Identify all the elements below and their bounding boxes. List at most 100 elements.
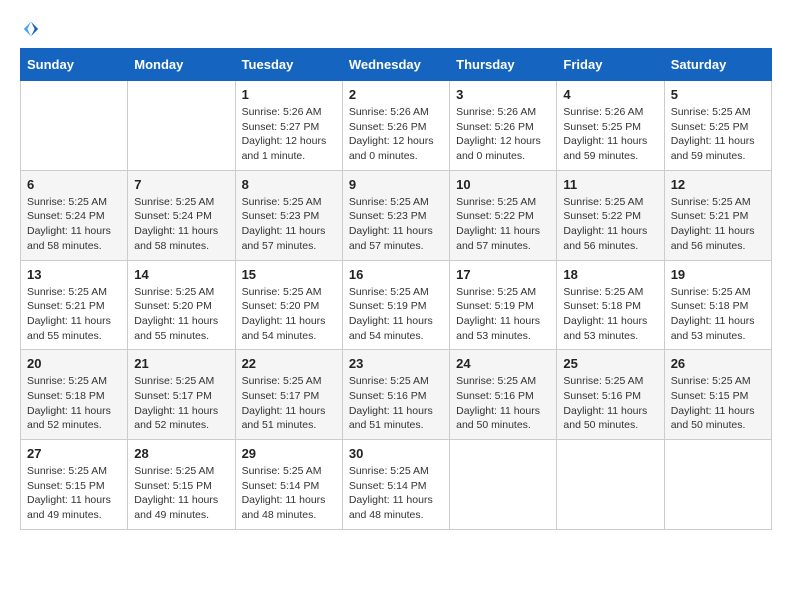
day-of-week-header: Saturday: [664, 49, 771, 81]
calendar-cell: 16Sunrise: 5:25 AM Sunset: 5:19 PM Dayli…: [342, 260, 449, 350]
calendar-cell: 19 Sunrise: 5:25 AM Sunset: 5:18 PM Dayli…: [664, 260, 771, 350]
day-of-week-header: Monday: [128, 49, 235, 81]
page-header: [20, 20, 772, 32]
day-info: Sunrise: 5:25 AM Sunset: 5:14 PM Dayligh…: [349, 464, 443, 523]
calendar-cell: 29Sunrise: 5:25 AM Sunset: 5:14 PM Dayli…: [235, 440, 342, 530]
day-info: Sunrise: 5:25 AM Sunset: 5:17 PM Dayligh…: [134, 374, 228, 433]
calendar-cell: 9 Sunrise: 5:25 AM Sunset: 5:23 PM Daylig…: [342, 170, 449, 260]
calendar-week-row: 1Sunrise: 5:26 AM Sunset: 5:27 PM Daylig…: [21, 81, 772, 171]
day-info: Sunrise: 5:25 AM Sunset: 5:16 PM Dayligh…: [563, 374, 657, 433]
day-info: Sunrise: 5:26 AM Sunset: 5:26 PM Dayligh…: [456, 105, 550, 164]
day-info: Sunrise: 5:26 AM Sunset: 5:25 PM Dayligh…: [563, 105, 657, 164]
day-info: Sunrise: 5:25 AM Sunset: 5:23 PM Dayligh…: [242, 195, 336, 254]
calendar-cell: 20 Sunrise: 5:25 AM Sunset: 5:18 PM Dayli…: [21, 350, 128, 440]
day-number: 27: [27, 446, 121, 461]
calendar-cell: 8 Sunrise: 5:25 AM Sunset: 5:23 PM Daylig…: [235, 170, 342, 260]
calendar-cell: [557, 440, 664, 530]
day-info: Sunrise: 5:25 AM Sunset: 5:23 PM Dayligh…: [349, 195, 443, 254]
calendar-cell: 11 Sunrise: 5:25 AM Sunset: 5:22 PM Dayli…: [557, 170, 664, 260]
day-number: 4: [563, 87, 657, 102]
calendar-cell: 22Sunrise: 5:25 AM Sunset: 5:17 PM Dayli…: [235, 350, 342, 440]
calendar-cell: 21 Sunrise: 5:25 AM Sunset: 5:17 PM Dayli…: [128, 350, 235, 440]
calendar-cell: 27 Sunrise: 5:25 AM Sunset: 5:15 PM Dayli…: [21, 440, 128, 530]
day-number: 14: [134, 267, 228, 282]
day-number: 6: [27, 177, 121, 192]
day-number: 18: [563, 267, 657, 282]
day-of-week-header: Tuesday: [235, 49, 342, 81]
calendar-week-row: 27 Sunrise: 5:25 AM Sunset: 5:15 PM Dayli…: [21, 440, 772, 530]
calendar-cell: 12 Sunrise: 5:25 AM Sunset: 5:21 PM Dayli…: [664, 170, 771, 260]
calendar-cell: 17 Sunrise: 5:25 AM Sunset: 5:19 PM Dayli…: [450, 260, 557, 350]
day-info: Sunrise: 5:25 AM Sunset: 5:24 PM Dayligh…: [134, 195, 228, 254]
day-number: 26: [671, 356, 765, 371]
day-number: 21: [134, 356, 228, 371]
calendar-cell: 5Sunrise: 5:25 AM Sunset: 5:25 PM Daylig…: [664, 81, 771, 171]
calendar-cell: [128, 81, 235, 171]
calendar-cell: 10Sunrise: 5:25 AM Sunset: 5:22 PM Dayli…: [450, 170, 557, 260]
day-info: Sunrise: 5:25 AM Sunset: 5:22 PM Dayligh…: [563, 195, 657, 254]
calendar-week-row: 20 Sunrise: 5:25 AM Sunset: 5:18 PM Dayli…: [21, 350, 772, 440]
calendar-cell: 25Sunrise: 5:25 AM Sunset: 5:16 PM Dayli…: [557, 350, 664, 440]
calendar-cell: 30 Sunrise: 5:25 AM Sunset: 5:14 PM Dayli…: [342, 440, 449, 530]
day-info: Sunrise: 5:25 AM Sunset: 5:19 PM Dayligh…: [456, 285, 550, 344]
day-number: 5: [671, 87, 765, 102]
calendar-cell: [450, 440, 557, 530]
calendar-cell: 28 Sunrise: 5:25 AM Sunset: 5:15 PM Dayli…: [128, 440, 235, 530]
calendar-cell: 6 Sunrise: 5:25 AM Sunset: 5:24 PM Daylig…: [21, 170, 128, 260]
day-number: 2: [349, 87, 443, 102]
day-of-week-header: Wednesday: [342, 49, 449, 81]
day-info: Sunrise: 5:25 AM Sunset: 5:19 PM Dayligh…: [349, 285, 443, 344]
day-number: 30: [349, 446, 443, 461]
calendar-cell: 1Sunrise: 5:26 AM Sunset: 5:27 PM Daylig…: [235, 81, 342, 171]
calendar-cell: 4 Sunrise: 5:26 AM Sunset: 5:25 PM Daylig…: [557, 81, 664, 171]
day-number: 28: [134, 446, 228, 461]
calendar-cell: 2 Sunrise: 5:26 AM Sunset: 5:26 PM Daylig…: [342, 81, 449, 171]
day-number: 17: [456, 267, 550, 282]
day-info: Sunrise: 5:25 AM Sunset: 5:16 PM Dayligh…: [456, 374, 550, 433]
day-of-week-header: Sunday: [21, 49, 128, 81]
day-number: 23: [349, 356, 443, 371]
calendar-cell: 23 Sunrise: 5:25 AM Sunset: 5:16 PM Dayli…: [342, 350, 449, 440]
day-info: Sunrise: 5:25 AM Sunset: 5:15 PM Dayligh…: [134, 464, 228, 523]
day-info: Sunrise: 5:25 AM Sunset: 5:18 PM Dayligh…: [671, 285, 765, 344]
day-of-week-header: Thursday: [450, 49, 557, 81]
day-info: Sunrise: 5:25 AM Sunset: 5:15 PM Dayligh…: [671, 374, 765, 433]
day-of-week-header: Friday: [557, 49, 664, 81]
calendar-week-row: 13 Sunrise: 5:25 AM Sunset: 5:21 PM Dayli…: [21, 260, 772, 350]
day-number: 13: [27, 267, 121, 282]
day-number: 15: [242, 267, 336, 282]
logo-icon: [22, 20, 40, 38]
calendar-cell: 15 Sunrise: 5:25 AM Sunset: 5:20 PM Dayli…: [235, 260, 342, 350]
day-info: Sunrise: 5:25 AM Sunset: 5:20 PM Dayligh…: [134, 285, 228, 344]
day-number: 3: [456, 87, 550, 102]
calendar-cell: 14 Sunrise: 5:25 AM Sunset: 5:20 PM Dayli…: [128, 260, 235, 350]
calendar-cell: 13 Sunrise: 5:25 AM Sunset: 5:21 PM Dayli…: [21, 260, 128, 350]
day-info: Sunrise: 5:25 AM Sunset: 5:16 PM Dayligh…: [349, 374, 443, 433]
calendar-cell: 26 Sunrise: 5:25 AM Sunset: 5:15 PM Dayli…: [664, 350, 771, 440]
day-info: Sunrise: 5:25 AM Sunset: 5:15 PM Dayligh…: [27, 464, 121, 523]
day-number: 12: [671, 177, 765, 192]
day-number: 8: [242, 177, 336, 192]
day-number: 22: [242, 356, 336, 371]
day-info: Sunrise: 5:26 AM Sunset: 5:26 PM Dayligh…: [349, 105, 443, 164]
day-number: 11: [563, 177, 657, 192]
day-number: 19: [671, 267, 765, 282]
day-number: 10: [456, 177, 550, 192]
day-number: 9: [349, 177, 443, 192]
day-info: Sunrise: 5:25 AM Sunset: 5:21 PM Dayligh…: [671, 195, 765, 254]
calendar-header-row: SundayMondayTuesdayWednesdayThursdayFrid…: [21, 49, 772, 81]
calendar-cell: 18 Sunrise: 5:25 AM Sunset: 5:18 PM Dayli…: [557, 260, 664, 350]
calendar-cell: 7 Sunrise: 5:25 AM Sunset: 5:24 PM Daylig…: [128, 170, 235, 260]
day-number: 24: [456, 356, 550, 371]
day-info: Sunrise: 5:25 AM Sunset: 5:18 PM Dayligh…: [563, 285, 657, 344]
day-number: 1: [242, 87, 336, 102]
day-number: 20: [27, 356, 121, 371]
day-info: Sunrise: 5:25 AM Sunset: 5:18 PM Dayligh…: [27, 374, 121, 433]
calendar-cell: [21, 81, 128, 171]
day-info: Sunrise: 5:25 AM Sunset: 5:21 PM Dayligh…: [27, 285, 121, 344]
logo: [20, 20, 40, 32]
calendar-cell: 3 Sunrise: 5:26 AM Sunset: 5:26 PM Daylig…: [450, 81, 557, 171]
day-info: Sunrise: 5:25 AM Sunset: 5:20 PM Dayligh…: [242, 285, 336, 344]
day-number: 7: [134, 177, 228, 192]
day-info: Sunrise: 5:25 AM Sunset: 5:24 PM Dayligh…: [27, 195, 121, 254]
